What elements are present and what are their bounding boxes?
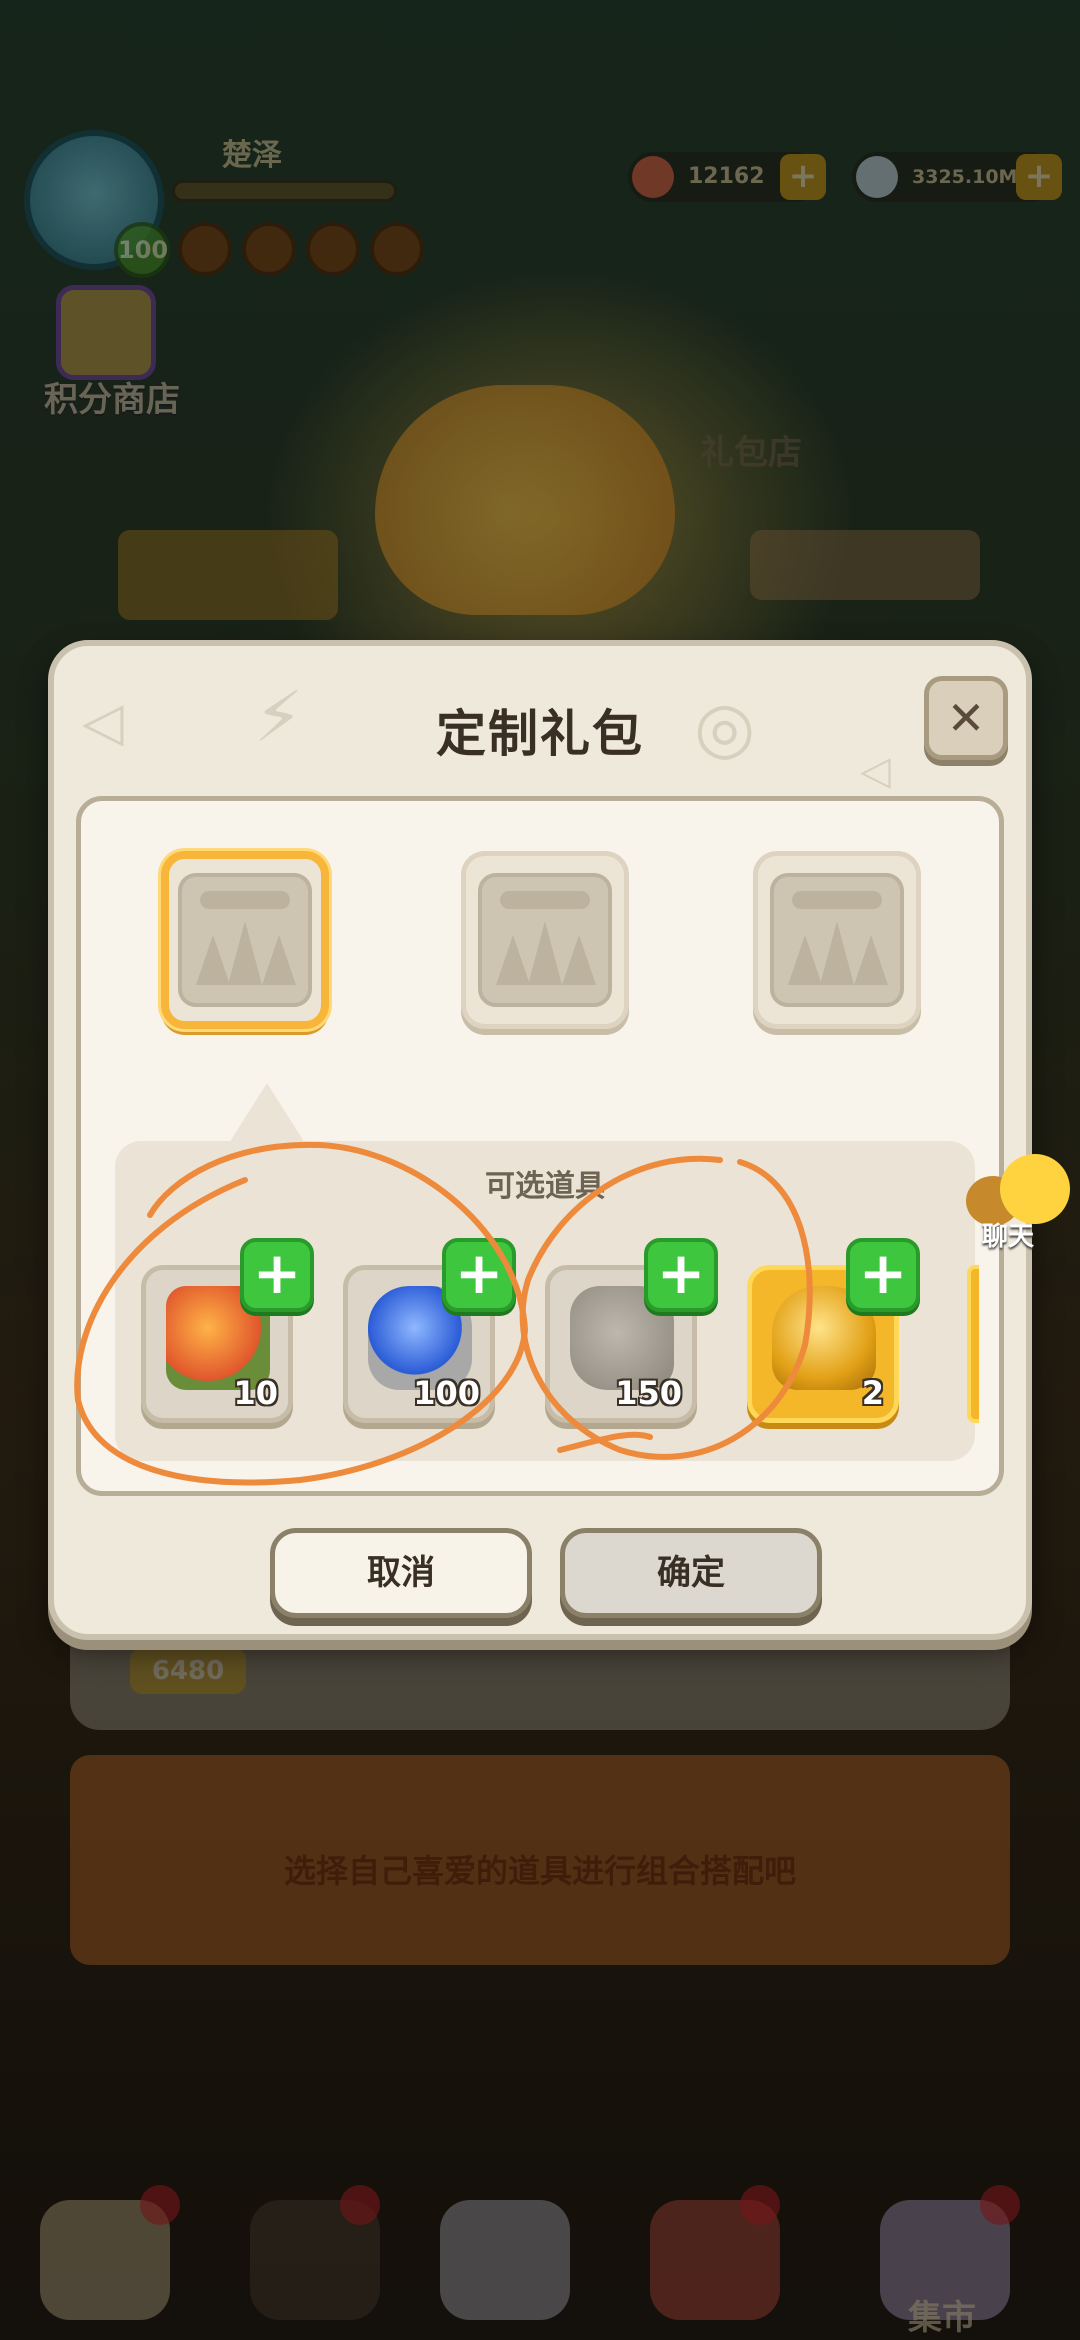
chat-button[interactable]: 聊天: [960, 1150, 1076, 1260]
item-count: 2: [861, 1374, 884, 1412]
add-item-button[interactable]: +: [442, 1238, 516, 1312]
item-blue-gem[interactable]: 100 +: [343, 1238, 516, 1423]
gift-slot-2[interactable]: [461, 851, 629, 1029]
next-item-peek[interactable]: [967, 1265, 979, 1423]
add-item-button[interactable]: +: [240, 1238, 314, 1312]
item-count: 10: [233, 1374, 278, 1412]
item-gold-crystal[interactable]: 2 +: [747, 1238, 920, 1423]
add-item-button[interactable]: +: [644, 1238, 718, 1312]
selectable-items-tray: 可选道具 10 + 100 + 150 + 2 +: [115, 1141, 979, 1461]
item-count: 100: [413, 1374, 480, 1412]
gift-pack-content-panel: 可选道具 10 + 100 + 150 + 2 +: [76, 796, 1004, 1496]
cancel-button[interactable]: 取消: [270, 1528, 532, 1618]
item-count: 150: [615, 1374, 682, 1412]
gift-slot-3[interactable]: [753, 851, 921, 1029]
chat-face-icon: [1000, 1154, 1070, 1224]
empty-slot-icon: [478, 873, 612, 1007]
confirm-button[interactable]: 确定: [560, 1528, 822, 1618]
chat-label: 聊天: [982, 1222, 1035, 1252]
item-stone-tablet[interactable]: 150 +: [545, 1238, 718, 1423]
item-food[interactable]: 10 +: [141, 1238, 314, 1423]
tray-title: 可选道具: [485, 1169, 605, 1204]
dialog-title: 定制礼包: [436, 705, 644, 763]
plus-icon: +: [454, 1239, 504, 1307]
empty-slot-icon: [178, 873, 312, 1007]
add-item-button[interactable]: +: [846, 1238, 920, 1312]
plus-icon: +: [656, 1239, 706, 1307]
custom-gift-pack-dialog: ◁ ⚡ ◎ ◁ 定制礼包 ✕ 可选道具 10 + 100 + 150 + 2 +…: [48, 640, 1032, 1640]
close-button[interactable]: ✕: [924, 676, 1008, 760]
selection-pointer: [229, 1083, 305, 1143]
plus-icon: +: [252, 1239, 302, 1307]
empty-slot-icon: [770, 873, 904, 1007]
close-icon: ✕: [946, 691, 986, 745]
plus-icon: +: [858, 1239, 908, 1307]
gift-slot-1[interactable]: [161, 851, 329, 1029]
